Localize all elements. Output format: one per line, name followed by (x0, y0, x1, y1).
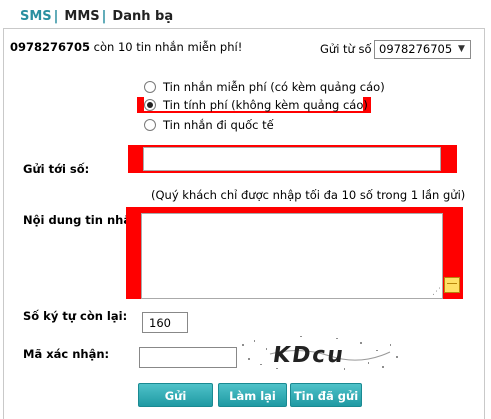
from-number-select[interactable]: 0978276705 ▼ (374, 40, 471, 59)
radio-international[interactable] (144, 119, 156, 131)
message-type-option[interactable]: Tin nhắn miễn phí (có kèm quảng cáo) (144, 79, 385, 95)
send-button[interactable]: Gửi (138, 383, 213, 407)
recipient-highlight (128, 145, 457, 173)
radio-paid[interactable] (144, 99, 156, 111)
radio-paid-label: Tin tính phí (không kèm quảng cáo) (163, 98, 368, 112)
captcha-image: KDcu (242, 336, 398, 370)
radio-free-label: Tin nhắn miễn phí (có kèm quảng cáo) (163, 80, 385, 94)
recipient-note: (Quý khách chỉ được nhập tối đa 10 số tr… (151, 188, 466, 202)
message-textarea[interactable]: ⋰ (141, 213, 443, 299)
tab-bar: SMS | MMS | Danh bạ (20, 6, 173, 26)
radio-free[interactable] (144, 81, 156, 93)
reset-button[interactable]: Làm lại (218, 383, 287, 407)
quota-info: 0978276705 còn 10 tin nhắn miễn phí! (10, 40, 242, 54)
chevron-down-icon[interactable]: ▼ (455, 43, 468, 56)
resize-grip-icon[interactable]: ⋰ (431, 287, 441, 297)
from-number-value: 0978276705 (379, 42, 453, 56)
radio-international-label: Tin nhắn đi quốc tế (163, 118, 274, 132)
remaining-count-field: 160 (142, 312, 188, 333)
captcha-input[interactable] (139, 347, 237, 368)
sent-messages-button[interactable]: Tin đã gửi (290, 383, 362, 407)
captcha-label: Mã xác nhận: (23, 347, 110, 361)
from-label: Gửi từ số (320, 42, 372, 56)
content-highlight: ⋰ (126, 207, 463, 299)
recipient-input[interactable] (143, 147, 441, 171)
tab-sms[interactable]: SMS (20, 9, 52, 24)
tab-separator: | (101, 8, 107, 24)
tab-mms[interactable]: MMS (64, 9, 99, 24)
tab-separator: | (53, 8, 59, 24)
captcha-text: KDcu (271, 342, 347, 368)
emoticon-icon[interactable] (444, 277, 460, 293)
quota-number: 0978276705 (10, 40, 91, 54)
message-type-option[interactable]: Tin tính phí (không kèm quảng cáo) (144, 97, 368, 113)
quota-text: còn 10 tin nhắn miễn phí! (90, 40, 243, 54)
remaining-label: Số ký tự còn lại: (23, 309, 128, 323)
sms-form-panel: 0978276705 còn 10 tin nhắn miễn phí! Gửi… (3, 28, 485, 419)
message-type-option[interactable]: Tin nhắn đi quốc tế (144, 117, 274, 133)
tab-contacts[interactable]: Danh bạ (112, 9, 173, 24)
recipient-label: Gửi tới số: (23, 162, 90, 176)
